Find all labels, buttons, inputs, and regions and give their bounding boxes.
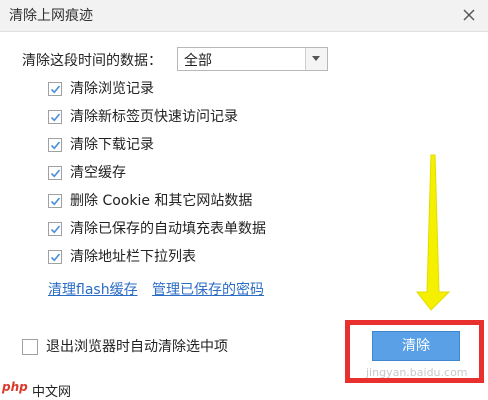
clear-browsing-data-dialog: 清除上网痕迹 清除这段时间的数据： 全部 清除浏览记录 清除新标签页快速访问记录… (0, 0, 488, 400)
auto-clear-label: 退出浏览器时自动清除选中项 (46, 339, 228, 355)
php-site-name: 中文网 (32, 385, 72, 400)
title-bar: 清除上网痕迹 (0, 0, 488, 32)
option-label: 删除 Cookie 和其它网站数据 (70, 193, 253, 209)
time-range-value: 全部 (184, 53, 212, 69)
time-range-select[interactable]: 全部 (177, 47, 328, 71)
dialog-title: 清除上网痕迹 (9, 8, 93, 24)
time-range-label: 清除这段时间的数据： (22, 53, 162, 69)
option-label: 清除地址栏下拉列表 (70, 249, 196, 265)
option-label: 清除已保存的自动填充表单数据 (70, 221, 266, 237)
auto-clear-checkbox[interactable] (22, 339, 38, 355)
check-icon (50, 253, 61, 262)
arrow-down-icon (415, 154, 451, 311)
checkbox[interactable] (48, 166, 62, 180)
check-icon (50, 141, 61, 150)
chevron-down-icon (312, 56, 320, 61)
clear-button[interactable]: 清除 (372, 331, 460, 361)
checkbox[interactable] (48, 194, 62, 208)
option-label: 清除浏览记录 (70, 81, 154, 97)
check-icon (50, 113, 61, 122)
check-icon (50, 225, 61, 234)
dropdown-button[interactable] (305, 48, 327, 70)
checkbox[interactable] (48, 82, 62, 96)
checkbox[interactable] (48, 138, 62, 152)
close-button[interactable] (459, 5, 479, 25)
option-label: 清除新标签页快速访问记录 (70, 109, 238, 125)
checkbox[interactable] (48, 222, 62, 236)
checkbox[interactable] (48, 250, 62, 264)
check-icon (50, 197, 61, 206)
check-icon (50, 85, 61, 94)
checkbox[interactable] (48, 110, 62, 124)
clear-flash-cache-link[interactable]: 清理flash缓存 (48, 279, 138, 299)
close-icon (463, 9, 475, 21)
check-icon (50, 169, 61, 178)
baidu-jingyan-watermark: jingyan.baidu.com (366, 366, 468, 379)
option-label: 清空缓存 (70, 165, 126, 181)
php-logo: php (2, 380, 28, 394)
manage-saved-passwords-link[interactable]: 管理已保存的密码 (152, 279, 264, 299)
option-label: 清除下载记录 (70, 137, 154, 153)
